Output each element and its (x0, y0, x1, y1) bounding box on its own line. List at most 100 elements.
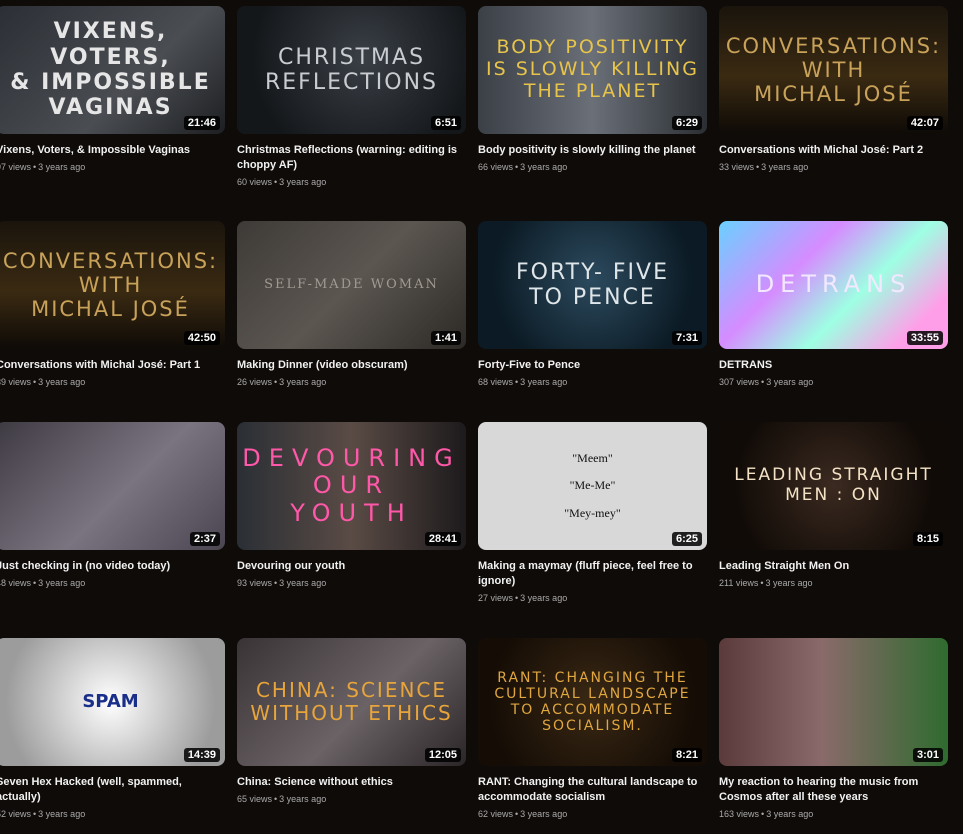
video-meta: 62 views • 3 years ago (478, 809, 568, 819)
upload-age: 3 years ago (520, 593, 568, 603)
upload-age: 3 years ago (761, 162, 809, 172)
video-title[interactable]: DETRANS (719, 358, 949, 373)
video-meta: 26 views • 3 years ago (237, 377, 327, 387)
video-card[interactable]: 3:01 My reaction to hearing the music fr… (719, 638, 949, 819)
video-title[interactable]: Just checking in (no video today) (0, 559, 226, 574)
view-count: 62 views (478, 809, 514, 819)
video-card[interactable]: DETRANS 33:55 DETRANS 307 views • 3 years … (719, 221, 949, 387)
video-thumbnail[interactable]: DETRANS 33:55 (719, 221, 948, 349)
view-count: 39 views (0, 377, 32, 387)
thumbnail-text: VIXENS, VOTERS, & IMPOSSIBLE VAGINAS (10, 19, 211, 121)
view-count: 27 views (478, 593, 514, 603)
video-thumbnail[interactable]: "Meem" "Me-Me" "Mey-mey" 6:25 (478, 422, 707, 550)
video-card[interactable]: CONVERSATIONS: WITH MICHAL JOSÉ 42:50 Co… (0, 221, 226, 387)
view-count: 66 views (478, 162, 514, 172)
video-card[interactable]: FORTY- FIVE TO PENCE 7:31 Forty-Five to … (478, 221, 708, 387)
thumbnail-text: CHINA: SCIENCE WITHOUT ETHICS (250, 678, 453, 725)
video-card[interactable]: VIXENS, VOTERS, & IMPOSSIBLE VAGINAS 21:… (0, 6, 226, 172)
video-title[interactable]: Forty-Five to Pence (478, 358, 708, 373)
video-meta: 68 views • 3 years ago (478, 377, 568, 387)
video-meta: 33 views • 3 years ago (719, 162, 809, 172)
video-thumbnail[interactable]: 3:01 (719, 638, 948, 766)
thumbnail-text: LEADING STRAIGHT MEN : ON (734, 465, 933, 505)
video-thumbnail[interactable]: SPAM 14:39 (0, 638, 225, 766)
thumbnail-text: RANT: CHANGING THE CULTURAL LANDSCAPE TO… (494, 669, 691, 735)
duration-badge: 28:41 (424, 532, 461, 546)
view-count: 163 views (719, 809, 760, 819)
video-meta: 163 views • 3 years ago (719, 809, 814, 819)
video-thumbnail[interactable]: SELF-MADE WOMAN 1:41 (237, 221, 466, 349)
view-count: 93 views (237, 578, 273, 588)
video-title[interactable]: Conversations with Michal José: Part 2 (719, 143, 949, 158)
video-meta: 27 views • 3 years ago (478, 593, 568, 603)
duration-badge: 2:37 (189, 532, 220, 546)
view-count: 26 views (237, 377, 273, 387)
video-card[interactable]: CHINA: SCIENCE WITHOUT ETHICS 12:05 Chin… (237, 638, 467, 804)
video-meta: 307 views • 3 years ago (719, 377, 814, 387)
video-thumbnail[interactable]: CONVERSATIONS: WITH MICHAL JOSÉ 42:50 (0, 221, 225, 349)
video-thumbnail[interactable]: DEVOURING OUR YOUTH 28:41 (237, 422, 466, 550)
video-meta: 52 views•3 years ago (0, 809, 226, 819)
video-thumbnail[interactable]: VIXENS, VOTERS, & IMPOSSIBLE VAGINAS 21:… (0, 6, 225, 134)
upload-age: 3 years ago (765, 578, 813, 588)
video-meta: 93 views • 3 years ago (237, 578, 327, 588)
video-card[interactable]: RANT: CHANGING THE CULTURAL LANDSCAPE TO… (478, 638, 708, 819)
video-title[interactable]: Making Dinner (video obscuram) (237, 358, 467, 373)
video-card[interactable]: SPAM 14:39 Seven Hex Hacked (well, spamm… (0, 638, 226, 819)
duration-badge: 6:25 (671, 532, 702, 546)
view-count: 211 views (719, 578, 759, 588)
video-title[interactable]: Conversations with Michal José: Part 1 (0, 358, 226, 373)
video-title[interactable]: Christmas Reflections (warning: editing … (237, 143, 467, 173)
video-card[interactable]: CHRISTMAS REFLECTIONS 6:51 Christmas Ref… (237, 6, 467, 187)
video-card[interactable]: 2:37 Just checking in (no video today) 4… (0, 422, 226, 588)
upload-age: 3 years ago (279, 377, 327, 387)
upload-age: 3 years ago (279, 794, 327, 804)
video-thumbnail[interactable]: BODY POSITIVITY IS SLOWLY KILLING THE PL… (478, 6, 707, 134)
video-thumbnail[interactable]: RANT: CHANGING THE CULTURAL LANDSCAPE TO… (478, 638, 707, 766)
video-card[interactable]: SELF-MADE WOMAN 1:41 Making Dinner (vide… (237, 221, 467, 387)
upload-age: 3 years ago (520, 809, 568, 819)
upload-age: 3 years ago (38, 578, 86, 588)
video-title[interactable]: RANT: Changing the cultural landscape to… (478, 775, 708, 805)
video-card[interactable]: LEADING STRAIGHT MEN : ON 8:15 Leading S… (719, 422, 949, 588)
video-thumbnail[interactable]: 2:37 (0, 422, 225, 550)
video-title[interactable]: Leading Straight Men On (719, 559, 949, 574)
video-thumbnail[interactable]: CHRISTMAS REFLECTIONS 6:51 (237, 6, 466, 134)
thumbnail-text: SPAM (82, 690, 139, 712)
duration-badge: 42:50 (183, 331, 220, 345)
video-card[interactable]: DEVOURING OUR YOUTH 28:41 Devouring our … (237, 422, 467, 588)
duration-badge: 3:01 (912, 748, 943, 762)
video-meta: 60 views • 3 years ago (237, 177, 327, 187)
video-meta: 97 views•3 years ago (0, 162, 226, 172)
view-count: 307 views (719, 377, 760, 387)
upload-age: 3 years ago (766, 377, 814, 387)
thumbnail-text: DETRANS (755, 270, 912, 299)
video-thumbnail[interactable]: LEADING STRAIGHT MEN : ON 8:15 (719, 422, 948, 550)
duration-badge: 6:51 (430, 116, 461, 130)
video-meta: 65 views • 3 years ago (237, 794, 327, 804)
thumbnail-text: FORTY- FIVE TO PENCE (516, 259, 669, 310)
video-title[interactable]: Devouring our youth (237, 559, 467, 574)
view-count: 33 views (719, 162, 755, 172)
video-card[interactable]: CONVERSATIONS: WITH MICHAL JOSÉ 42:07 Co… (719, 6, 949, 172)
video-title[interactable]: Seven Hex Hacked (well, spammed, actuall… (0, 775, 226, 805)
duration-badge: 14:39 (183, 748, 220, 762)
video-title[interactable]: Making a maymay (fluff piece, feel free … (478, 559, 708, 589)
video-title[interactable]: China: Science without ethics (237, 775, 467, 790)
duration-badge: 7:31 (671, 331, 702, 345)
video-thumbnail[interactable]: FORTY- FIVE TO PENCE 7:31 (478, 221, 707, 349)
video-meta: 48 views•3 years ago (0, 578, 226, 588)
video-title[interactable]: Vixens, Voters, & Impossible Vaginas (0, 143, 226, 158)
duration-badge: 6:29 (671, 116, 702, 130)
video-title[interactable]: My reaction to hearing the music from Co… (719, 775, 949, 805)
video-card[interactable]: BODY POSITIVITY IS SLOWLY KILLING THE PL… (478, 6, 708, 172)
video-thumbnail[interactable]: CONVERSATIONS: WITH MICHAL JOSÉ 42:07 (719, 6, 948, 134)
video-title[interactable]: Body positivity is slowly killing the pl… (478, 143, 708, 158)
duration-badge: 12:05 (424, 748, 461, 762)
upload-age: 3 years ago (38, 809, 86, 819)
thumbnail-text: "Meem" "Me-Me" "Mey-mey" (564, 450, 621, 520)
video-meta: 39 views•3 years ago (0, 377, 226, 387)
video-thumbnail[interactable]: CHINA: SCIENCE WITHOUT ETHICS 12:05 (237, 638, 466, 766)
thumbnail-text (0, 422, 225, 550)
video-card[interactable]: "Meem" "Me-Me" "Mey-mey" 6:25 Making a m… (478, 422, 708, 603)
